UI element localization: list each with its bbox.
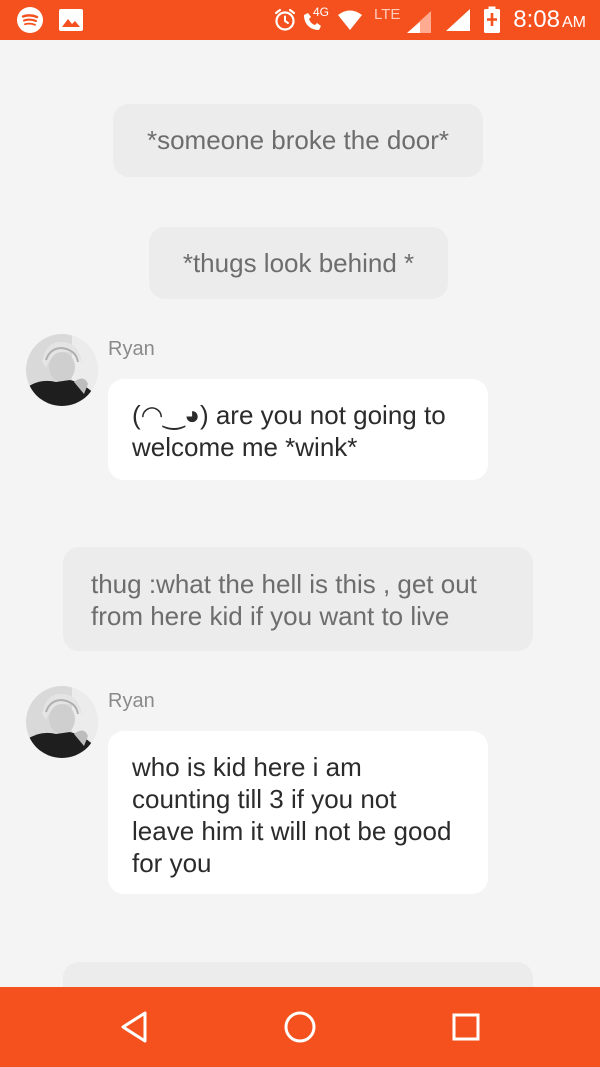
navigation-bar xyxy=(0,987,600,1067)
time-ampm: AM xyxy=(562,14,586,31)
spotify-icon xyxy=(14,0,46,40)
recents-square-icon xyxy=(452,1013,480,1041)
call-4g-icon: 4G xyxy=(300,0,334,40)
network-type-label: 4G xyxy=(313,5,330,19)
character-name: Ryan xyxy=(108,338,155,360)
signal-icon xyxy=(444,0,472,40)
recents-button[interactable] xyxy=(442,1003,490,1051)
home-button[interactable] xyxy=(276,1003,324,1051)
wifi-icon xyxy=(336,0,364,40)
status-time: 8:08 AM xyxy=(513,0,586,40)
message-text: who is kid here i am counting till 3 if … xyxy=(132,752,452,878)
battery-charging-icon xyxy=(480,0,504,40)
narration-text: thug :what the hell is this , get out fr… xyxy=(91,569,477,631)
character-message-bubble: (◠‿◕) are you not going to welcome me *w… xyxy=(108,379,488,480)
message-text: (◠‿◕) are you not going to welcome me *w… xyxy=(132,400,446,462)
signal-lte-icon: LTE xyxy=(372,0,432,40)
chat-area[interactable]: *someone broke the door* *thugs look beh… xyxy=(0,40,600,987)
gallery-icon xyxy=(56,0,86,40)
character-message-bubble: who is kid here i am counting till 3 if … xyxy=(108,731,488,894)
back-triangle-icon xyxy=(121,1011,147,1043)
status-bar: 4G LTE 8:08 AM xyxy=(0,0,600,40)
narration-bubble-partial xyxy=(63,962,533,987)
home-circle-icon xyxy=(284,1011,316,1043)
back-button[interactable] xyxy=(110,1003,158,1051)
narration-bubble: *thugs look behind * xyxy=(149,227,448,299)
time-text: 8:08 xyxy=(513,6,560,33)
narration-text: *someone broke the door* xyxy=(146,125,450,155)
narration-bubble: *someone broke the door* xyxy=(113,104,483,177)
narration-bubble: thug :what the hell is this , get out fr… xyxy=(63,547,533,651)
avatar[interactable] xyxy=(26,686,98,758)
narration-text: *thugs look behind * xyxy=(182,248,415,278)
alarm-icon xyxy=(272,0,298,40)
character-name: Ryan xyxy=(108,690,155,712)
avatar[interactable] xyxy=(26,334,98,406)
lte-label: LTE xyxy=(374,6,401,23)
